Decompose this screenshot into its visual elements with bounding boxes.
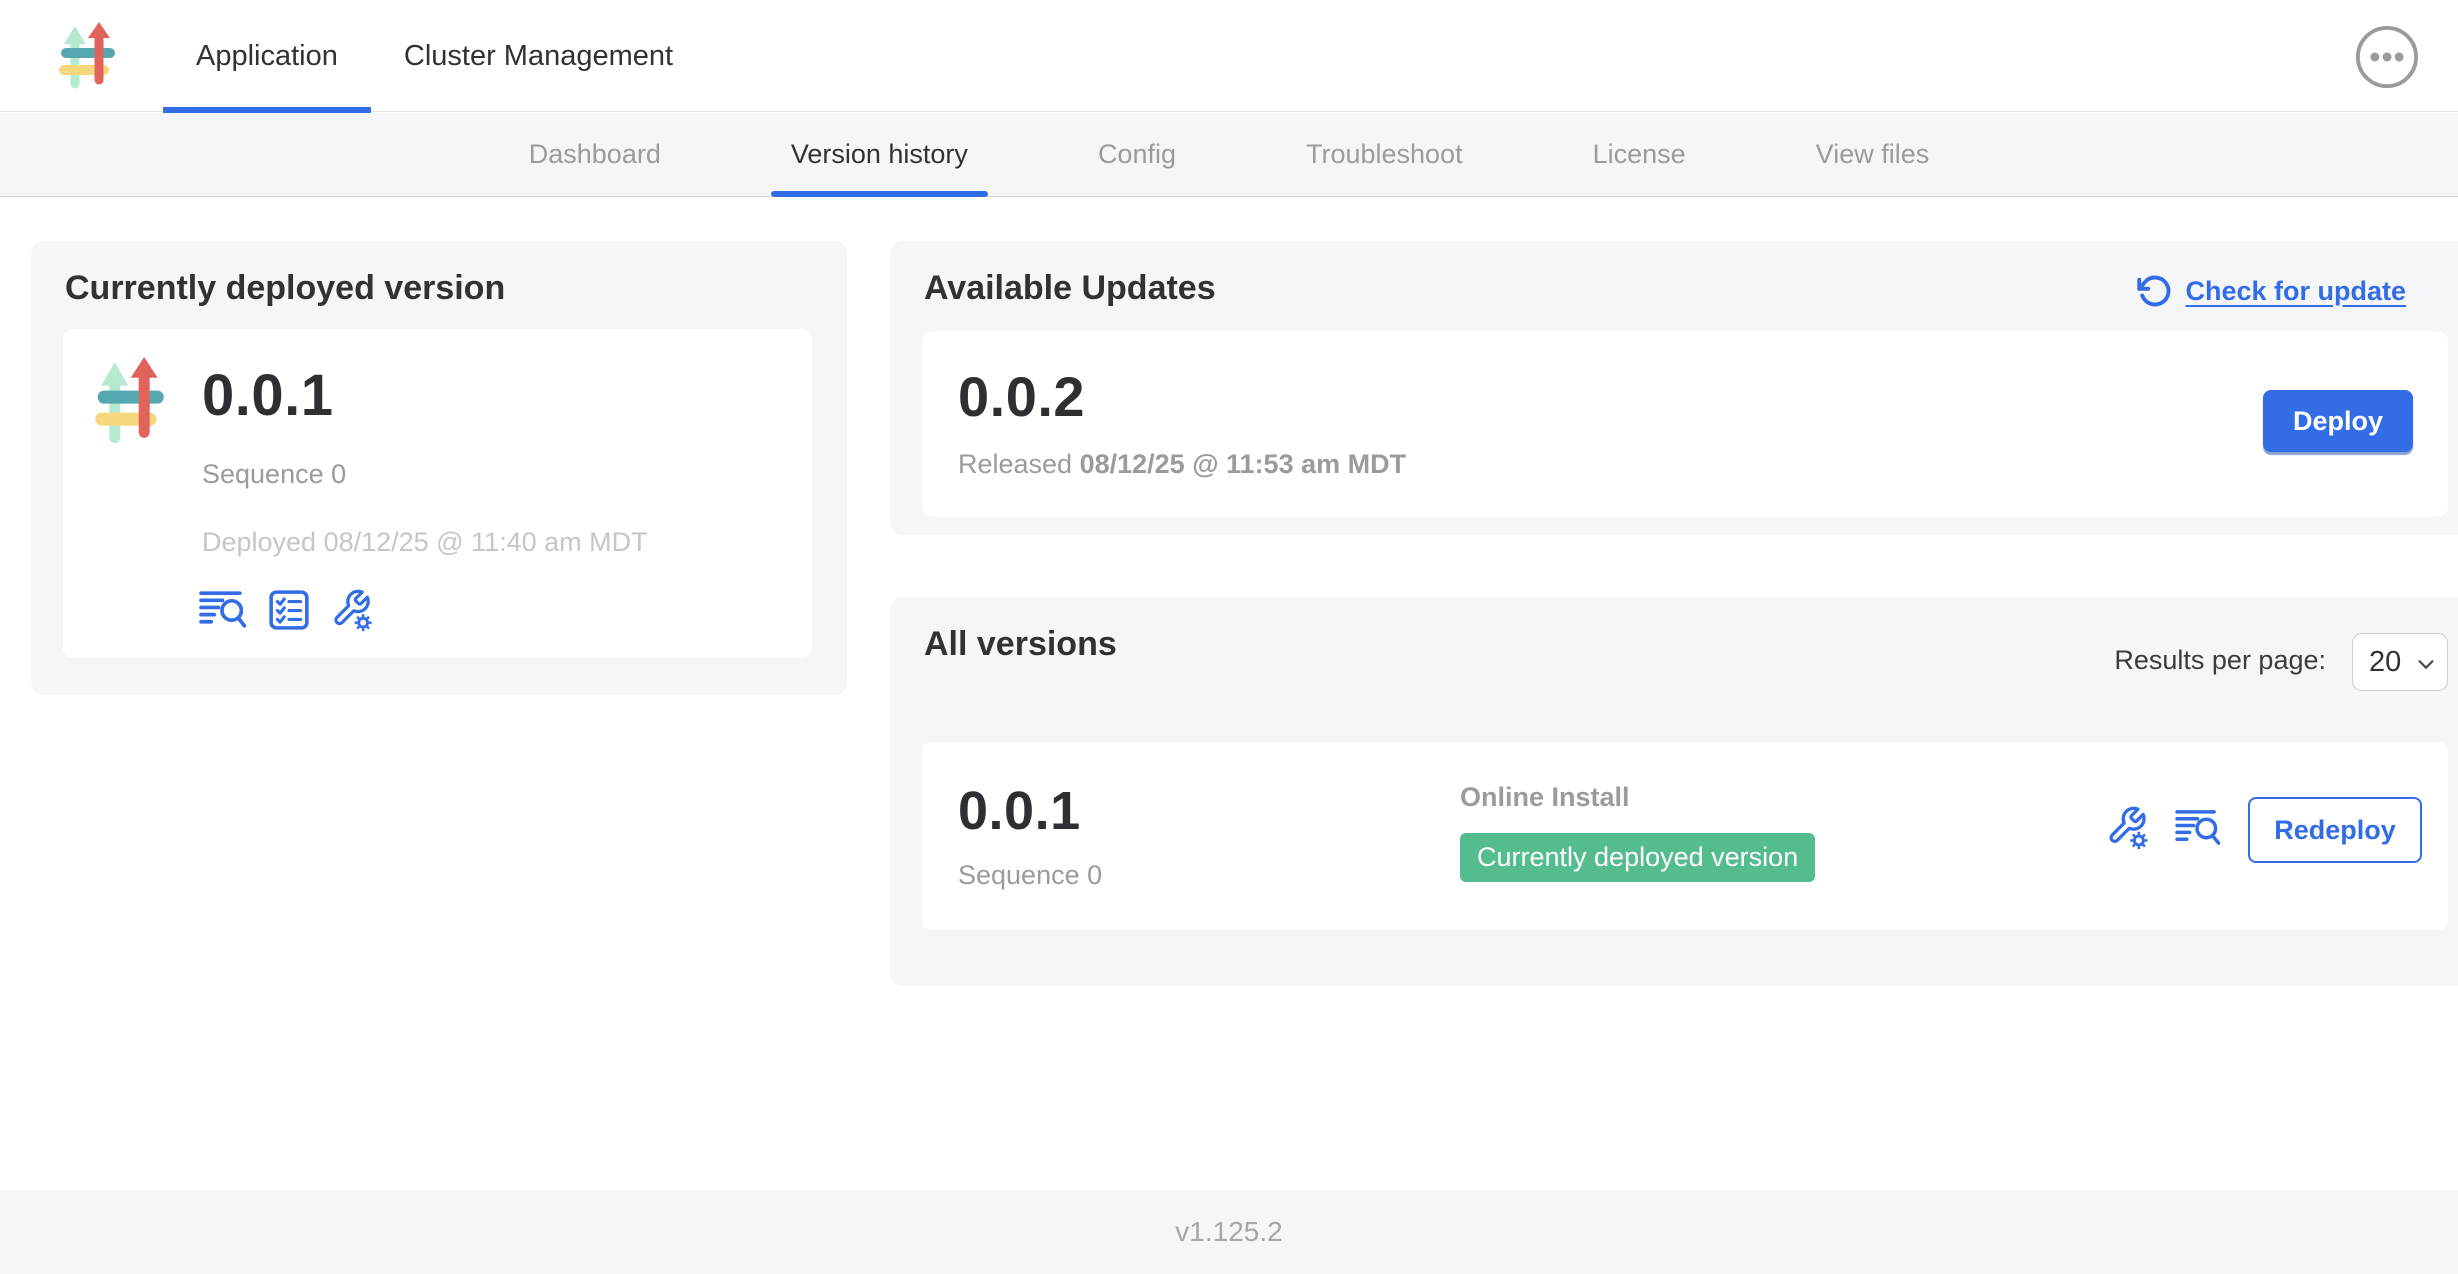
redeploy-button[interactable]: Redeploy bbox=[2248, 797, 2422, 863]
update-version-number: 0.0.2 bbox=[958, 369, 1085, 425]
preflight-checks-button[interactable] bbox=[268, 589, 310, 631]
released-date: 08/12/25 @ 11:53 am MDT bbox=[1080, 449, 1407, 479]
app-logo-icon bbox=[94, 357, 165, 445]
currently-deployed-card: Currently deployed version 0.0.1 Sequenc… bbox=[31, 241, 847, 695]
subnav-item-license[interactable]: License bbox=[1573, 113, 1706, 196]
edit-config-button[interactable] bbox=[2105, 804, 2151, 850]
subnav-item-dashboard[interactable]: Dashboard bbox=[509, 113, 681, 196]
console-version: v1.125.2 bbox=[1175, 1216, 1282, 1248]
ellipsis-circle-icon bbox=[2354, 24, 2420, 90]
edit-config-icon bbox=[2105, 804, 2151, 850]
refresh-ccw-icon bbox=[2137, 273, 2173, 309]
results-per-page-value: 20 bbox=[2369, 646, 2401, 679]
available-updates-title: Available Updates bbox=[924, 269, 1216, 308]
currently-deployed-badge: Currently deployed version bbox=[1460, 833, 1815, 882]
footer: v1.125.2 bbox=[0, 1190, 2458, 1274]
release-notes-button[interactable] bbox=[199, 589, 248, 630]
tab-application[interactable]: Application bbox=[163, 0, 371, 112]
top-header: Application Cluster Management bbox=[0, 0, 2458, 112]
row-sequence: Sequence 0 bbox=[958, 860, 1102, 891]
edit-config-icon bbox=[330, 587, 375, 632]
deploy-button[interactable]: Deploy bbox=[2263, 390, 2413, 452]
edit-config-button[interactable] bbox=[330, 587, 375, 632]
deployed-sequence: Sequence 0 bbox=[202, 459, 346, 490]
tab-cluster-management-label: Cluster Management bbox=[404, 40, 673, 73]
deployed-version-number: 0.0.1 bbox=[202, 367, 334, 425]
subnav-item-version-history[interactable]: Version history bbox=[771, 113, 988, 196]
currently-deployed-version-panel: 0.0.1 Sequence 0 Deployed 08/12/25 @ 11:… bbox=[63, 329, 812, 658]
subnav-item-config[interactable]: Config bbox=[1078, 113, 1196, 196]
all-versions-title: All versions bbox=[924, 625, 1117, 664]
deployed-version-actions bbox=[199, 587, 375, 632]
app-subnav: Dashboard Version history Config Trouble… bbox=[0, 113, 2458, 197]
release-notes-icon bbox=[199, 589, 248, 630]
currently-deployed-title: Currently deployed version bbox=[65, 269, 505, 308]
release-notes-icon bbox=[2175, 808, 2222, 847]
install-type-label: Online Install bbox=[1460, 782, 1815, 813]
deployed-timestamp: Deployed 08/12/25 @ 11:40 am MDT bbox=[202, 527, 648, 558]
results-per-page-label: Results per page: bbox=[2114, 645, 2326, 676]
overflow-menu-button[interactable] bbox=[2354, 24, 2420, 90]
check-for-update-link[interactable]: Check for update bbox=[2137, 273, 2406, 309]
release-notes-button[interactable] bbox=[2175, 808, 2222, 847]
results-per-page-select[interactable]: 20 bbox=[2352, 633, 2448, 691]
subnav-item-view-files[interactable]: View files bbox=[1796, 113, 1950, 196]
row-actions bbox=[2105, 804, 2222, 850]
subnav-item-troubleshoot[interactable]: Troubleshoot bbox=[1286, 113, 1483, 196]
header-tabs: Application Cluster Management bbox=[163, 0, 706, 112]
row-version-number: 0.0.1 bbox=[958, 784, 1081, 838]
app-logo-icon bbox=[58, 22, 116, 90]
all-versions-card: All versions Results per page: 20 0.0.1 … bbox=[890, 597, 2458, 986]
row-install-info: Online Install Currently deployed versio… bbox=[1460, 782, 1815, 882]
admin-console: Application Cluster Management Dashboard… bbox=[0, 0, 2458, 1274]
check-for-update-label: Check for update bbox=[2185, 276, 2406, 307]
update-released-timestamp: Released 08/12/25 @ 11:53 am MDT bbox=[958, 449, 1406, 480]
tab-cluster-management[interactable]: Cluster Management bbox=[371, 0, 706, 112]
released-prefix: Released bbox=[958, 449, 1072, 479]
chevron-down-icon bbox=[2415, 653, 2437, 675]
preflight-checks-icon bbox=[268, 589, 310, 631]
version-row: 0.0.1 Sequence 0 Online Install Currentl… bbox=[922, 742, 2448, 930]
update-row: 0.0.2 Released 08/12/25 @ 11:53 am MDT D… bbox=[922, 331, 2448, 517]
available-updates-card: Available Updates Check for update 0.0.2… bbox=[890, 241, 2458, 535]
tab-application-label: Application bbox=[196, 40, 338, 73]
